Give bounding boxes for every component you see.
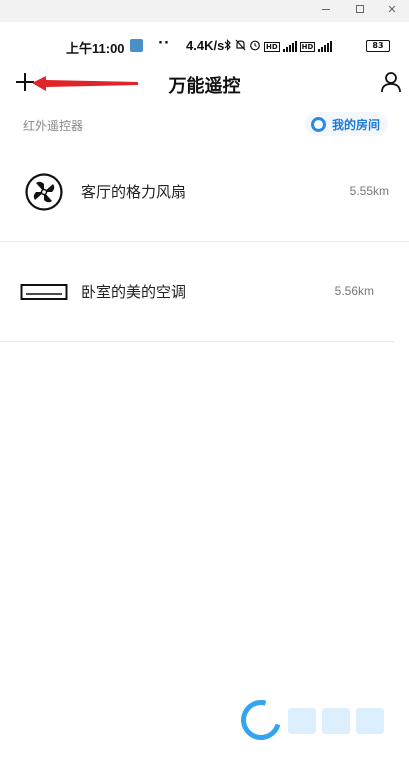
device-distance: 5.56km bbox=[334, 284, 374, 298]
device-name: 客厅的格力风扇 bbox=[81, 183, 187, 201]
device-row[interactable]: 客厅的格力风扇 5.55km bbox=[0, 142, 409, 242]
alarm-icon bbox=[249, 39, 261, 54]
device-row[interactable]: 卧室的美的空调 5.56km bbox=[0, 242, 394, 342]
page-title: 万能遥控 bbox=[168, 76, 241, 97]
status-dots: ·· bbox=[158, 36, 170, 51]
watermark-glyphs bbox=[288, 708, 384, 734]
user-icon[interactable] bbox=[380, 71, 402, 93]
fan-icon bbox=[25, 173, 63, 211]
close-icon[interactable]: ✕ bbox=[372, 0, 409, 18]
mute-icon bbox=[235, 39, 246, 54]
signal-5g-icon bbox=[282, 41, 297, 52]
status-bar: 上午11:00 ·· 4.4K/s HD HD 83 bbox=[0, 36, 409, 56]
device-list: 客厅的格力风扇 5.55km 卧室的美的空调 5.56km bbox=[0, 142, 409, 342]
hd-icon: HD bbox=[299, 41, 316, 52]
device-distance: 5.55km bbox=[349, 184, 389, 198]
status-time: 上午11:00 bbox=[66, 41, 125, 56]
watermark-ring-icon bbox=[233, 692, 289, 748]
status-icons: HD HD bbox=[224, 39, 333, 54]
my-room-button[interactable]: 我的房间 bbox=[305, 112, 389, 136]
section-label: 红外遥控器 bbox=[23, 119, 84, 133]
my-room-label: 我的房间 bbox=[332, 117, 381, 132]
room-icon bbox=[311, 116, 326, 132]
hd-icon: HD bbox=[264, 41, 280, 52]
device-name: 卧室的美的空调 bbox=[81, 283, 187, 301]
bluetooth-icon bbox=[224, 39, 232, 54]
app-notification-icon bbox=[130, 39, 143, 52]
app-header: 万能遥控 bbox=[0, 60, 409, 104]
signal-4g-icon bbox=[318, 41, 333, 52]
air-conditioner-icon bbox=[20, 284, 68, 300]
watermark-logo bbox=[233, 692, 408, 748]
window-titlebar: ✕ bbox=[0, 0, 409, 22]
battery-indicator: 83 bbox=[366, 40, 390, 52]
section-header: 红外遥控器 我的房间 bbox=[0, 112, 409, 138]
network-speed: 4.4K/s bbox=[186, 38, 225, 53]
